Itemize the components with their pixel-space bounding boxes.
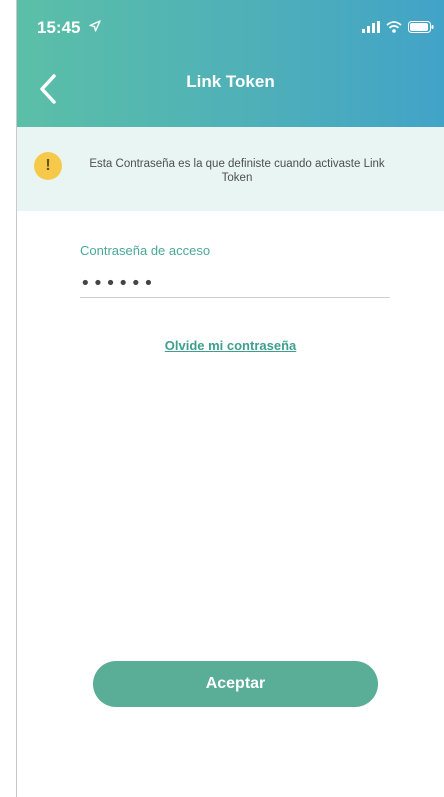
status-bar: 15:45 (17, 0, 444, 52)
wifi-icon (386, 20, 402, 38)
forgot-password-link[interactable]: Olvide mi contraseña (17, 338, 444, 353)
accept-button[interactable]: Aceptar (93, 661, 378, 707)
battery-icon (408, 20, 434, 38)
status-time: 15:45 (37, 18, 81, 37)
app-screen: 15:45 Link Token ! Esta Contraseña es la… (17, 0, 444, 797)
password-label: Contraseña de acceso (80, 243, 211, 258)
info-notice: ! Esta Contraseña es la que definiste cu… (17, 127, 444, 211)
password-field[interactable] (80, 269, 390, 298)
header: 15:45 Link Token (17, 0, 444, 127)
signal-icon (362, 20, 380, 38)
page-title: Link Token (186, 72, 275, 91)
status-icons (362, 20, 434, 38)
left-edge (0, 0, 17, 797)
warning-icon: ! (34, 152, 62, 180)
notice-text: Esta Contraseña es la que definiste cuan… (89, 158, 385, 184)
nav-bar: Link Token (17, 52, 444, 127)
location-arrow-icon (89, 19, 101, 37)
